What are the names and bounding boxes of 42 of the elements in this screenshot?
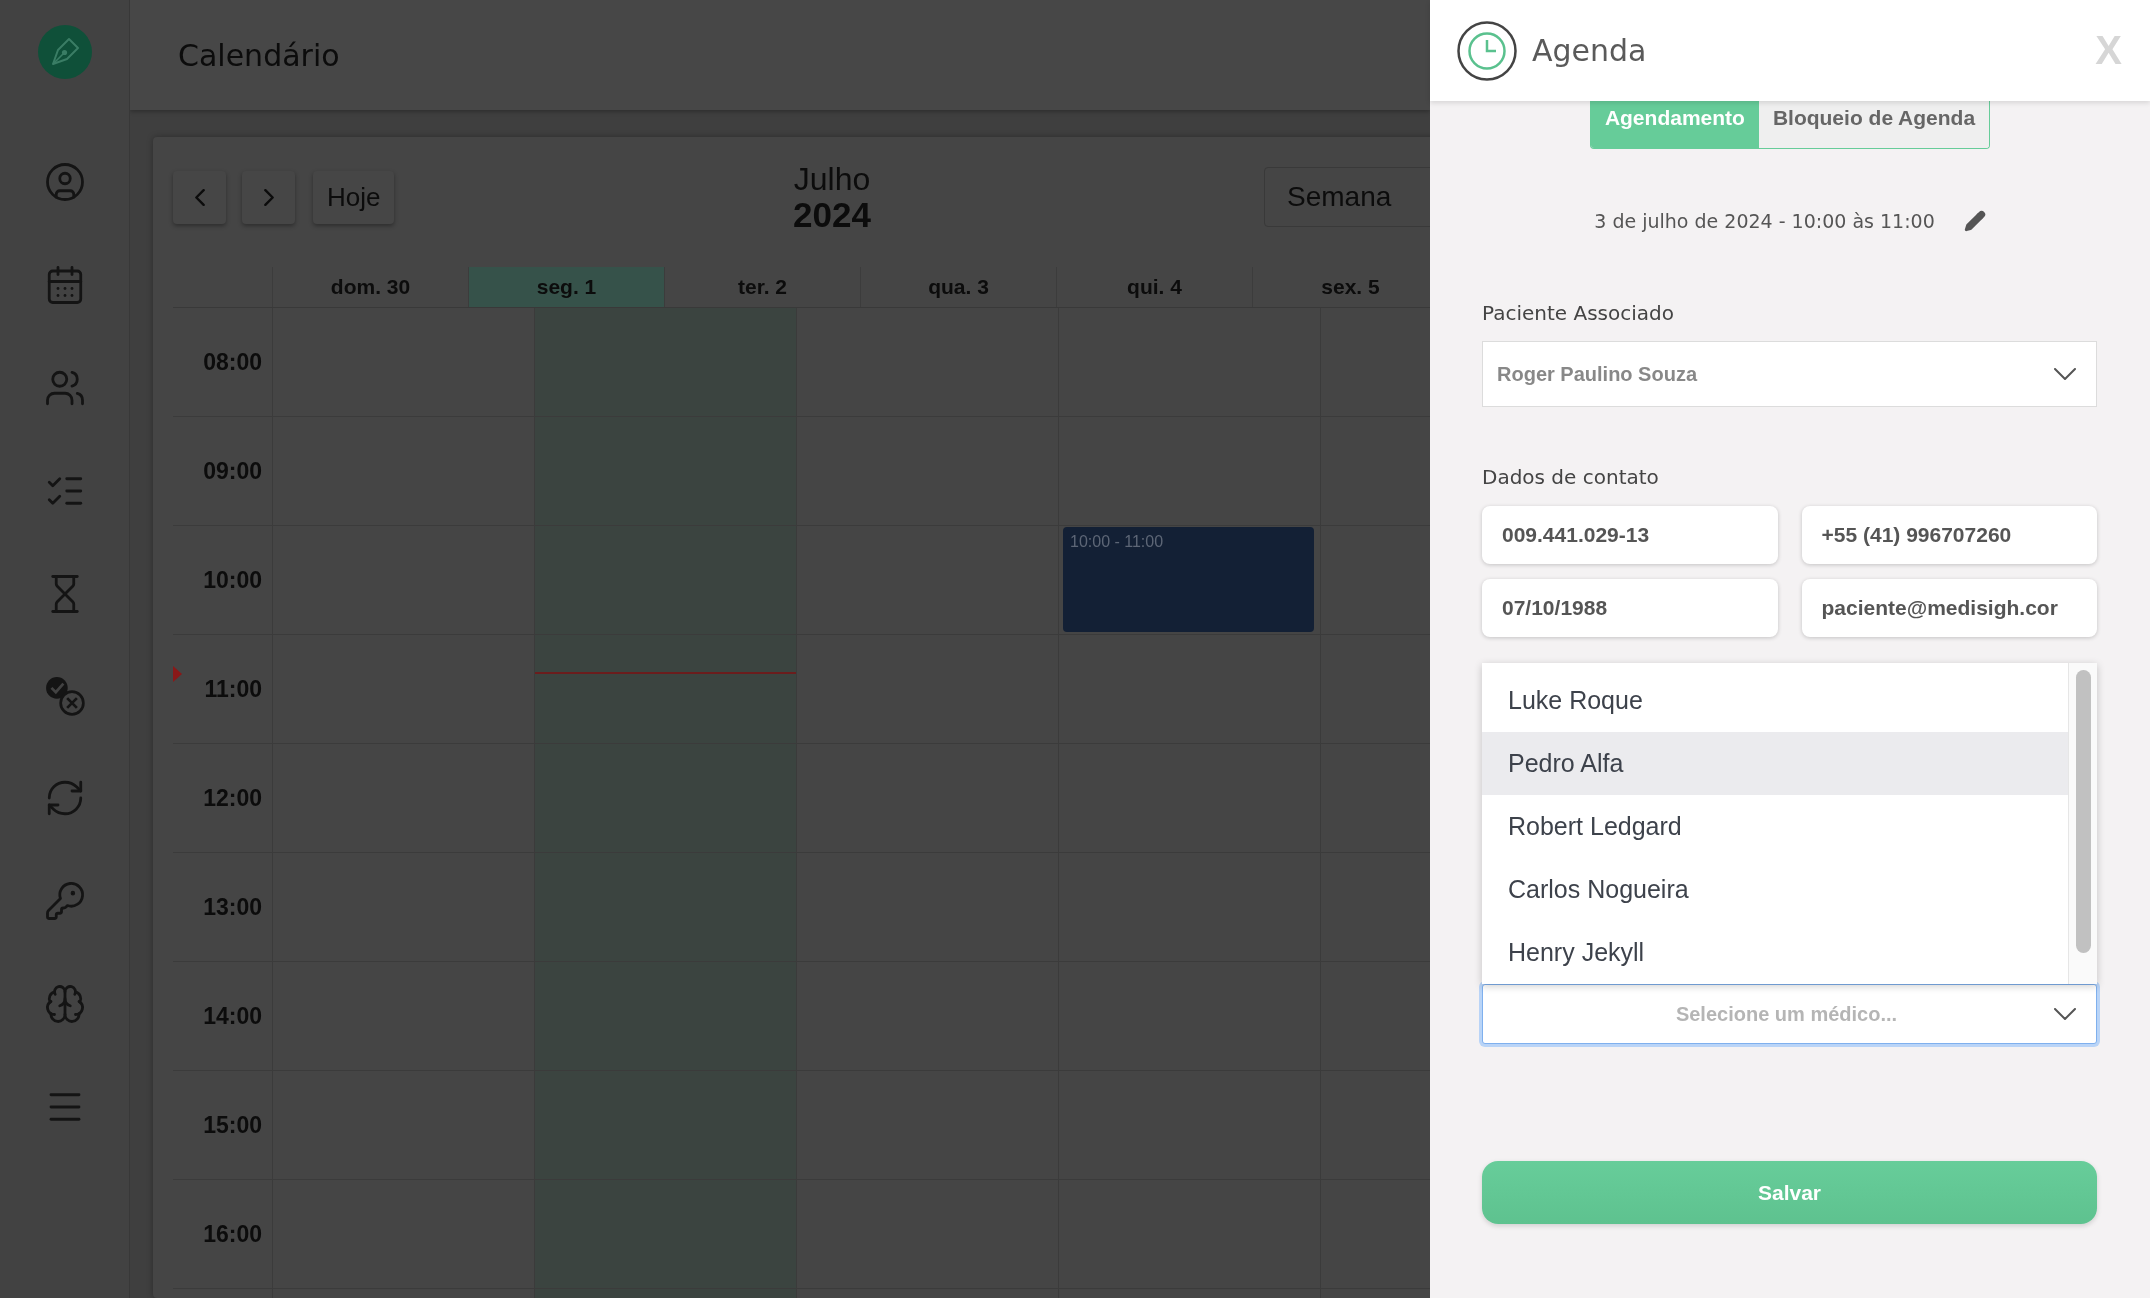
month-label: Julho xyxy=(793,162,871,197)
panel-title: Agenda xyxy=(1532,33,1647,68)
dropdown-option[interactable]: Henry Jekyll xyxy=(1482,921,2068,984)
chevron-down-icon xyxy=(2054,1008,2076,1020)
year-label: 2024 xyxy=(793,197,871,232)
input-field[interactable]: +55 (41) 996707260 xyxy=(1801,506,2097,564)
chevron-down-icon xyxy=(2054,368,2076,380)
previous-button[interactable] xyxy=(173,170,226,224)
input-field[interactable]: 07/10/1988 xyxy=(1482,579,1778,637)
brain-icon[interactable] xyxy=(43,983,86,1025)
input-field[interactable]: paciente@medisigh.cor xyxy=(1801,579,2097,637)
field-label: Paciente Associado xyxy=(1482,300,1675,326)
pencil-icon[interactable] xyxy=(1963,210,1986,232)
scrollbar-thumb[interactable] xyxy=(2076,670,2091,953)
field-label: Dados de contato xyxy=(1482,464,1660,490)
time-label: 13:00 xyxy=(203,893,262,921)
day-header: qui. 4 xyxy=(1056,267,1252,307)
clock-icon xyxy=(1457,20,1517,81)
pen-nib-logo-icon xyxy=(37,25,92,79)
user-circle-icon[interactable] xyxy=(43,161,86,203)
day-header: qua. 3 xyxy=(860,267,1056,307)
time-label: 09:00 xyxy=(203,457,262,485)
dropdown-option[interactable]: Pedro Alfa xyxy=(1482,732,2068,795)
time-label: 08:00 xyxy=(203,348,262,376)
appointment-date: 3 de julho de 2024 - 10:00 às 11:00 xyxy=(1594,210,1935,232)
chevron-right-icon xyxy=(263,188,274,206)
time-label: 12:00 xyxy=(203,784,262,812)
chevron-left-icon xyxy=(194,188,205,206)
key-icon[interactable] xyxy=(43,880,86,922)
time-label: 14:00 xyxy=(203,1002,262,1030)
day-header: ter. 2 xyxy=(664,267,860,307)
time-label: 16:00 xyxy=(203,1220,262,1248)
input-field[interactable]: 009.441.029-13 xyxy=(1482,506,1778,564)
time-label: 10:00 xyxy=(203,566,262,594)
check-cross-icon[interactable] xyxy=(44,676,85,716)
next-button[interactable] xyxy=(242,170,295,224)
time-label: 11:00 xyxy=(204,675,262,703)
triangle-marker-icon xyxy=(173,666,182,683)
patient-select[interactable]: Roger Paulino Souza xyxy=(1482,341,2097,407)
page-title: Calendário xyxy=(178,37,340,73)
day-header: seg. 1 xyxy=(468,267,664,307)
time-label: 15:00 xyxy=(203,1111,262,1139)
